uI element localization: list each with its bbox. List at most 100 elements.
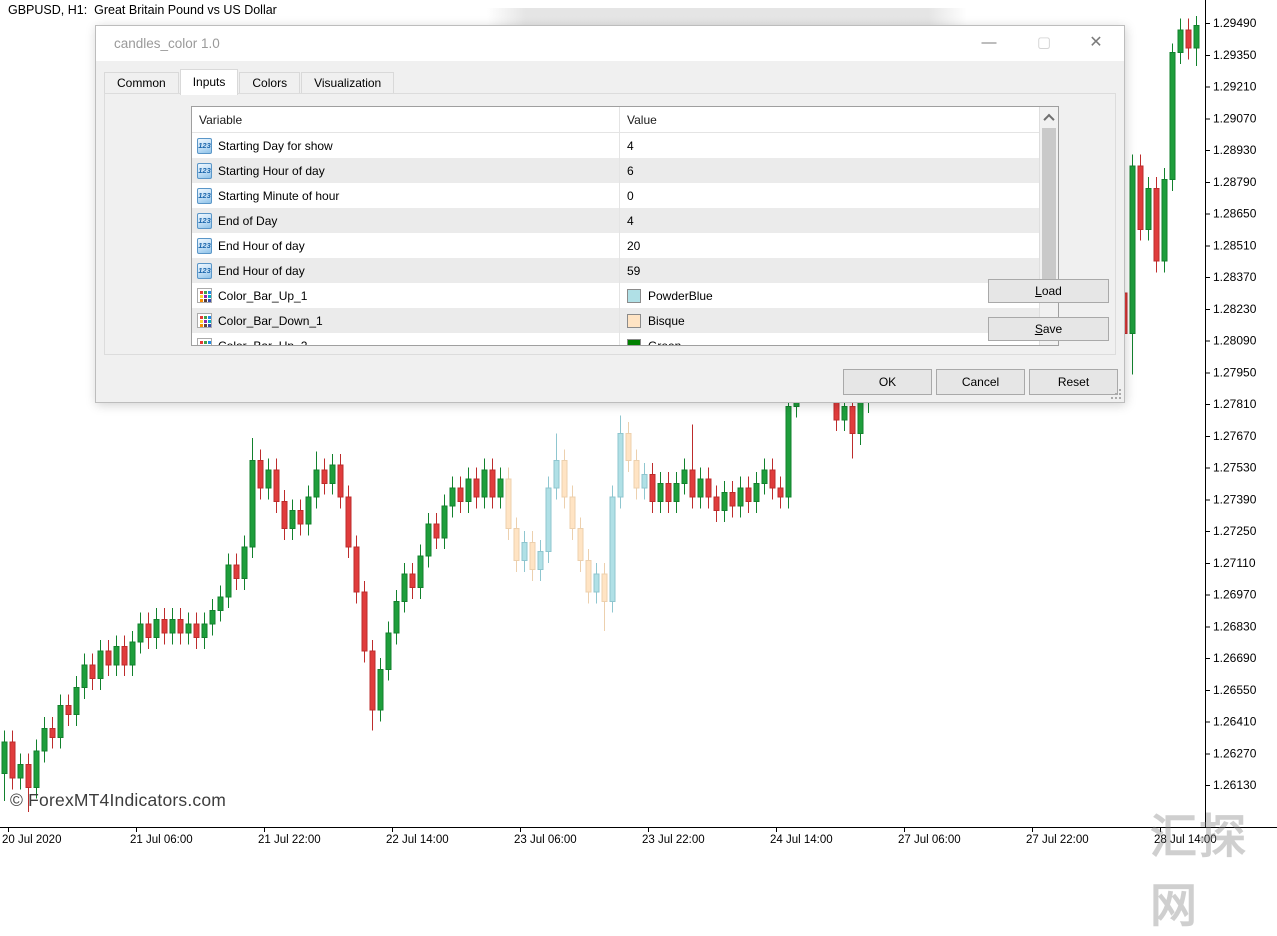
candle [554,433,559,499]
candle [266,458,271,499]
candle [778,477,783,509]
price-axis-label: 1.26970 [1213,588,1257,602]
candle [602,563,607,631]
save-button[interactable]: Save [988,317,1109,341]
price-axis-label: 1.26130 [1213,778,1257,792]
price-axis-label: 1.26690 [1213,651,1257,665]
candle [298,499,303,535]
candle [762,458,767,494]
cancel-button-label: Cancel [937,370,1024,394]
candle [706,468,711,509]
price-axis[interactable]: 1.294901.293501.292101.290701.289301.287… [1205,16,1257,792]
price-axis-label: 1.28790 [1213,175,1257,189]
dialog-titlebar[interactable]: candles_color 1.0 — ▢ ✕ [96,26,1124,61]
candle [490,458,495,508]
table-row[interactable]: Color_Bar_Up_1PowderBlue [192,283,1058,308]
parameters-table: Variable Value 123Starting Day for show4… [191,106,1059,346]
load-button[interactable]: Load [988,279,1109,303]
table-row[interactable]: 123End of Day4 [192,208,1058,233]
candle [1130,155,1135,375]
table-row[interactable]: 123End Hour of day20 [192,233,1058,258]
parameter-name: Color_Bar_Up_1 [218,289,307,303]
candle [10,731,15,790]
table-row[interactable]: 123Starting Hour of day6 [192,158,1058,183]
parameter-value[interactable]: 4 [619,133,1058,158]
time-axis-label: 23 Jul 06:00 [514,834,577,846]
time-axis[interactable]: 20 Jul 202021 Jul 06:0021 Jul 22:0022 Ju… [2,827,1217,846]
minimize-icon[interactable]: — [967,26,1011,60]
color-swatch [627,314,641,328]
price-axis-label: 1.27390 [1213,492,1257,506]
table-row[interactable]: Color_Bar_Up_2Green [192,333,1058,346]
candle [202,613,207,649]
candle [194,613,199,649]
ok-button[interactable]: OK [843,369,932,395]
candle [458,477,463,513]
site-watermark: © ForexMT4Indicators.com [10,790,226,811]
candle [1154,177,1159,272]
tab-colors[interactable]: Colors [239,72,300,94]
top-watermark-band [487,8,967,25]
candle [410,563,415,599]
candle [498,468,503,509]
candle [538,540,543,581]
parameter-name: End Hour of day [218,264,305,278]
time-axis-label: 20 Jul 2020 [2,834,61,846]
resize-grip[interactable] [1111,389,1121,399]
parameter-value[interactable]: 4 [619,208,1058,233]
parameter-value[interactable]: 6 [619,158,1058,183]
candle [234,554,239,590]
tab-common[interactable]: Common [104,72,179,94]
integer-parameter-icon: 123 [197,263,212,279]
candle [466,468,471,513]
candle [282,490,287,540]
price-axis-label: 1.28650 [1213,207,1257,221]
candle [338,454,343,508]
parameter-name: Starting Day for show [218,139,333,153]
price-axis-label: 1.27810 [1213,397,1257,411]
price-axis-label: 1.26830 [1213,619,1257,633]
close-icon[interactable]: ✕ [1074,26,1118,60]
candle [850,395,855,459]
save-button-label: Save [989,318,1108,340]
candle [738,477,743,518]
integer-parameter-icon: 123 [197,163,212,179]
candle [770,458,775,499]
scrollbar-thumb[interactable] [1042,128,1056,280]
scroll-up-icon[interactable] [1040,109,1058,126]
cancel-button[interactable]: Cancel [936,369,1025,395]
candle [690,424,695,508]
candle [482,458,487,508]
vertical-scrollbar[interactable] [1039,107,1058,345]
color-parameter-icon [197,313,212,328]
table-row[interactable]: 123End Hour of day59 [192,258,1058,283]
table-row[interactable]: Color_Bar_Down_1Bisque [192,308,1058,333]
tab-visualization[interactable]: Visualization [301,72,394,94]
candle [666,472,671,513]
load-button-label: Load [989,280,1108,302]
parameter-value[interactable]: 0 [619,183,1058,208]
price-axis-label: 1.29070 [1213,111,1257,125]
tab-inputs[interactable]: Inputs [180,69,239,95]
candle [138,613,143,654]
table-row[interactable]: 123Starting Day for show4 [192,133,1058,158]
candle [306,486,311,536]
integer-parameter-icon: 123 [197,238,212,254]
candle [474,468,479,509]
candle [418,545,423,599]
candle [682,458,687,494]
parameter-value[interactable]: 20 [619,233,1058,258]
time-axis-label: 21 Jul 22:00 [258,834,321,846]
parameter-value-text: 4 [627,214,634,228]
candle [362,581,367,663]
table-row[interactable]: 123Starting Minute of hour0 [192,183,1058,208]
candle [634,449,639,499]
candle [50,717,55,749]
candle [730,481,735,517]
column-header-variable: Variable [192,107,619,132]
candle [506,468,511,541]
candle [66,694,71,726]
parameter-name: Starting Minute of hour [218,189,339,203]
reset-button[interactable]: Reset [1029,369,1118,395]
price-axis-label: 1.27950 [1213,365,1257,379]
